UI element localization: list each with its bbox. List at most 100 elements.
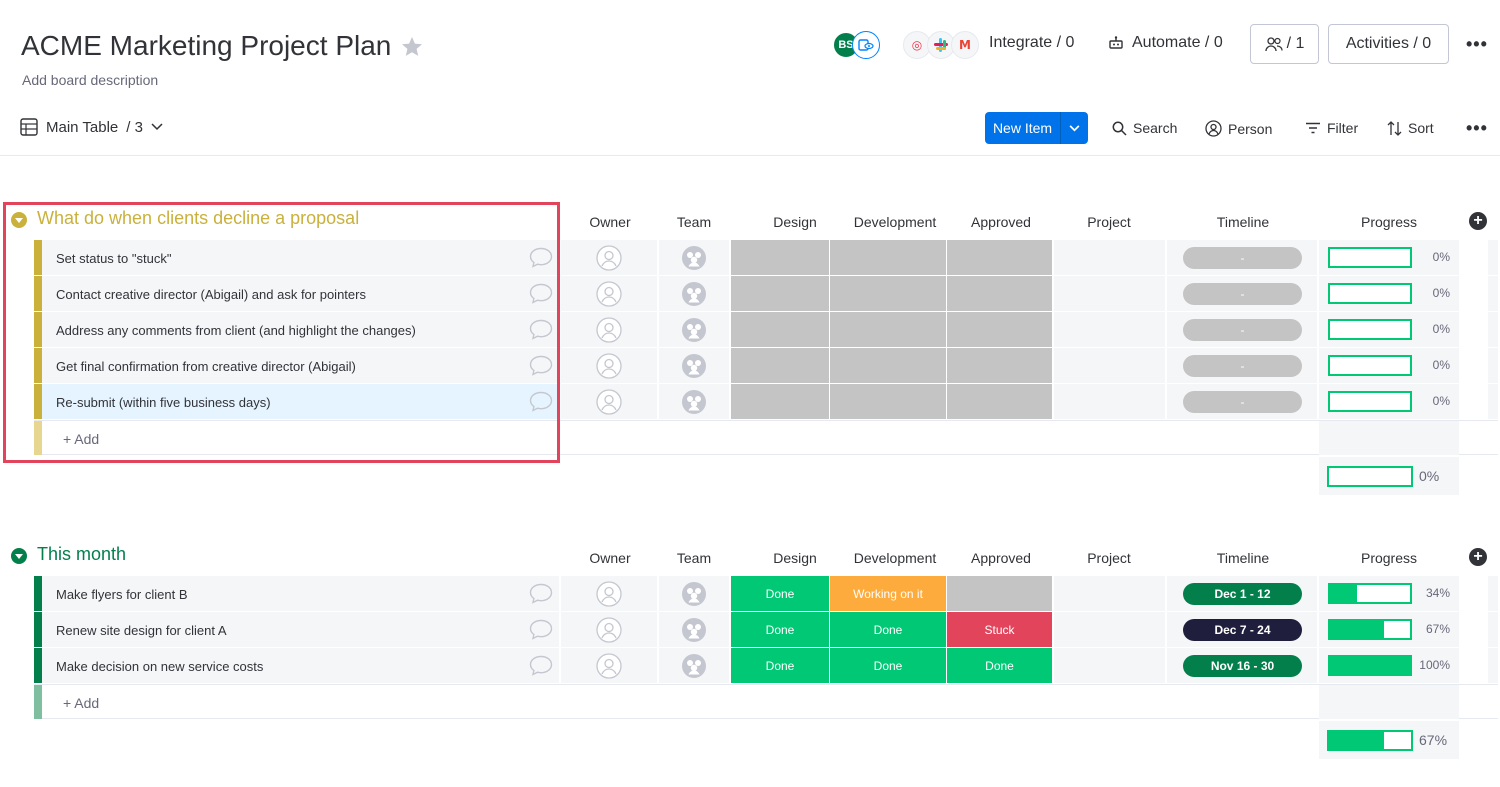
automate-button[interactable]: Automate / 0	[1108, 34, 1223, 52]
project-cell[interactable]	[1054, 312, 1165, 347]
board-description[interactable]: Add board description	[22, 72, 158, 88]
collapse-group-icon[interactable]	[11, 548, 27, 564]
project-cell[interactable]	[1054, 240, 1165, 275]
table-row[interactable]: Make flyers for client B Done Working on i…	[34, 576, 1498, 611]
design-status[interactable]: Done	[731, 612, 829, 647]
viewer-icon[interactable]	[852, 31, 880, 59]
development-status[interactable]: Done	[830, 612, 946, 647]
owner-cell[interactable]	[561, 576, 657, 611]
project-cell[interactable]	[1054, 348, 1165, 383]
team-cell[interactable]	[659, 576, 729, 611]
column-header-timeline[interactable]: Timeline	[1170, 214, 1316, 230]
owner-cell[interactable]	[561, 276, 657, 311]
team-cell[interactable]	[659, 648, 729, 683]
project-cell[interactable]	[1054, 384, 1165, 419]
development-status[interactable]	[830, 312, 946, 347]
owner-cell[interactable]	[561, 648, 657, 683]
comment-bubble-icon[interactable]	[529, 655, 553, 676]
sort-button[interactable]: Sort	[1387, 120, 1434, 136]
activities-button[interactable]: Activities / 0	[1328, 24, 1449, 64]
team-cell[interactable]	[659, 348, 729, 383]
design-status[interactable]: Done	[731, 576, 829, 611]
column-header-owner[interactable]: Owner	[566, 214, 654, 230]
column-header-team[interactable]: Team	[650, 550, 738, 566]
team-cell[interactable]	[659, 384, 729, 419]
board-title[interactable]: ACME Marketing Project Plan	[21, 30, 391, 62]
comment-bubble-icon[interactable]	[529, 619, 553, 640]
column-header-project[interactable]: Project	[1060, 550, 1158, 566]
chevron-down-icon[interactable]	[1060, 112, 1088, 144]
integrate-button[interactable]: Integrate / 0	[989, 34, 1074, 52]
column-header-team[interactable]: Team	[650, 214, 738, 230]
more-options-icon[interactable]: •••	[1466, 34, 1488, 55]
owner-cell[interactable]	[561, 312, 657, 347]
filter-button[interactable]: Filter	[1305, 120, 1358, 136]
design-status[interactable]	[731, 384, 829, 419]
timeline-pill[interactable]: -	[1183, 391, 1302, 413]
person-filter-button[interactable]: Person	[1205, 120, 1272, 137]
table-row[interactable]: Renew site design for client A Done Done St…	[34, 612, 1498, 647]
timeline-pill[interactable]: Nov 16 - 30	[1183, 655, 1302, 677]
development-status[interactable]	[830, 384, 946, 419]
item-name-cell[interactable]: Make flyers for client B	[42, 576, 559, 611]
timeline-pill[interactable]: Dec 1 - 12	[1183, 583, 1302, 605]
timeline-pill[interactable]: -	[1183, 247, 1302, 269]
development-status[interactable]	[830, 348, 946, 383]
approved-status[interactable]: Done	[947, 648, 1052, 683]
approved-status[interactable]	[947, 240, 1052, 275]
add-column-icon[interactable]: +	[1469, 548, 1487, 566]
project-cell[interactable]	[1054, 276, 1165, 311]
timeline-pill[interactable]: -	[1183, 319, 1302, 341]
owner-cell[interactable]	[561, 612, 657, 647]
approved-status[interactable]	[947, 312, 1052, 347]
timeline-pill[interactable]: -	[1183, 355, 1302, 377]
approved-status[interactable]	[947, 576, 1052, 611]
team-cell[interactable]	[659, 276, 729, 311]
design-status[interactable]	[731, 276, 829, 311]
column-header-progress[interactable]: Progress	[1318, 550, 1460, 566]
column-header-design[interactable]: Design	[746, 214, 844, 230]
timeline-pill[interactable]: -	[1183, 283, 1302, 305]
column-header-development[interactable]: Development	[846, 550, 944, 566]
development-status[interactable]: Working on it	[830, 576, 946, 611]
team-cell[interactable]	[659, 612, 729, 647]
view-selector[interactable]: Main Table / 3	[20, 118, 163, 136]
column-header-development[interactable]: Development	[846, 214, 944, 230]
add-item-row[interactable]: + Add	[34, 684, 1498, 719]
owner-cell[interactable]	[561, 348, 657, 383]
development-status[interactable]	[830, 240, 946, 275]
search-button[interactable]: Search	[1112, 120, 1177, 136]
design-status[interactable]: Done	[731, 648, 829, 683]
design-status[interactable]	[731, 312, 829, 347]
group-title[interactable]: This month	[37, 544, 126, 565]
team-cell[interactable]	[659, 240, 729, 275]
owner-cell[interactable]	[561, 384, 657, 419]
column-header-approved[interactable]: Approved	[952, 550, 1050, 566]
approved-status[interactable]	[947, 348, 1052, 383]
project-cell[interactable]	[1054, 612, 1165, 647]
more-options-icon[interactable]: •••	[1466, 118, 1488, 139]
item-name-cell[interactable]: Renew site design for client A	[42, 612, 559, 647]
column-header-approved[interactable]: Approved	[952, 214, 1050, 230]
project-cell[interactable]	[1054, 576, 1165, 611]
owner-cell[interactable]	[561, 240, 657, 275]
add-column-icon[interactable]: +	[1469, 212, 1487, 230]
design-status[interactable]	[731, 348, 829, 383]
column-header-owner[interactable]: Owner	[566, 550, 654, 566]
table-row[interactable]: Make decision on new service costs Done Do…	[34, 648, 1498, 683]
column-header-timeline[interactable]: Timeline	[1170, 550, 1316, 566]
development-status[interactable]: Done	[830, 648, 946, 683]
column-header-progress[interactable]: Progress	[1318, 214, 1460, 230]
members-button[interactable]: / 1	[1250, 24, 1319, 64]
approved-status[interactable]	[947, 276, 1052, 311]
column-header-design[interactable]: Design	[746, 550, 844, 566]
timeline-pill[interactable]: Dec 7 - 24	[1183, 619, 1302, 641]
approved-status[interactable]	[947, 384, 1052, 419]
approved-status[interactable]: Stuck	[947, 612, 1052, 647]
project-cell[interactable]	[1054, 648, 1165, 683]
column-header-project[interactable]: Project	[1060, 214, 1158, 230]
star-icon[interactable]	[400, 35, 424, 59]
item-name-cell[interactable]: Make decision on new service costs	[42, 648, 559, 683]
comment-bubble-icon[interactable]	[529, 583, 553, 604]
new-item-button[interactable]: New Item	[985, 112, 1088, 144]
